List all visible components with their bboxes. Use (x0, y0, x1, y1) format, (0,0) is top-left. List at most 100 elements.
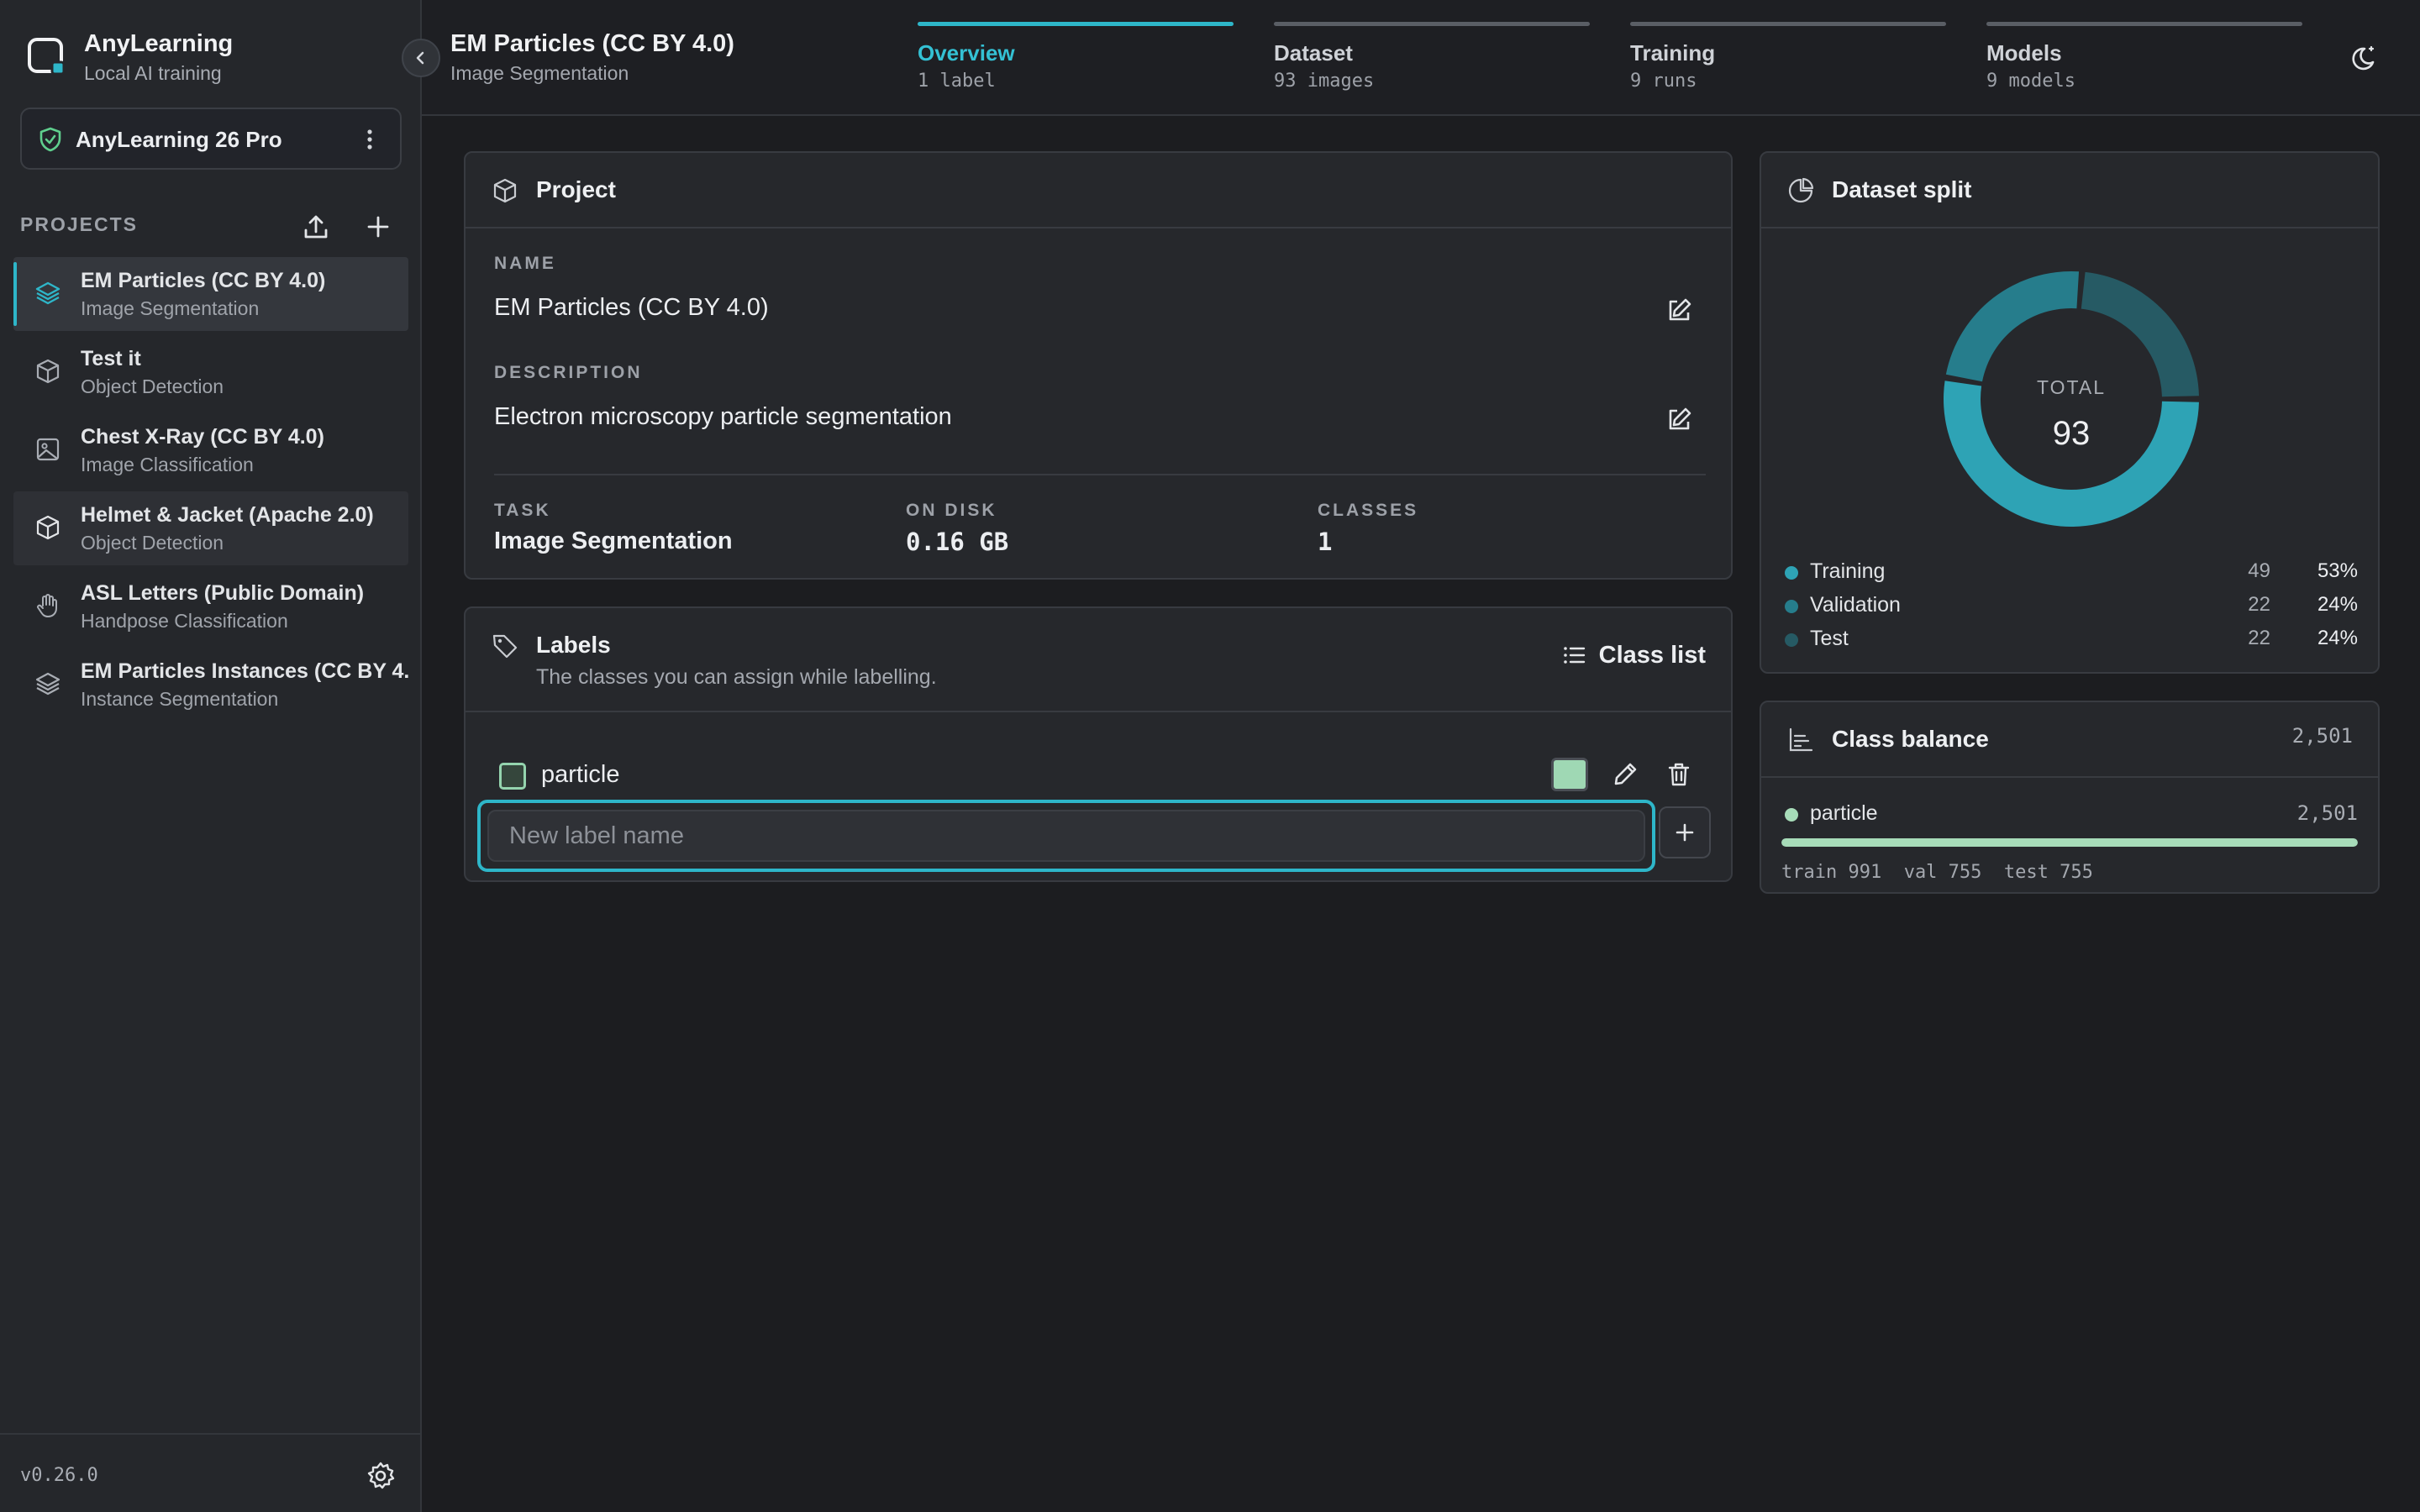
project-card-header: Project (466, 153, 1731, 228)
project-name: ASL Letters (Public Domain) (81, 581, 365, 605)
project-list: EM Particles (CC BY 4.0) Image Segmentat… (13, 257, 408, 726)
legend-name: Training (1810, 559, 1886, 583)
list-icon (1563, 647, 1585, 664)
project-name: Test it (81, 347, 141, 370)
brand-name: AnyLearning (84, 30, 234, 57)
split-donut-chart (1944, 271, 2199, 527)
project-type: Handpose Classification (81, 610, 288, 632)
tab-sublabel: 9 models (1986, 71, 2075, 92)
tab-progress-bar (1630, 22, 1946, 26)
app-logo-icon (28, 38, 66, 76)
legend-row-test: Test 22 24% (1761, 625, 2378, 655)
add-label-button[interactable] (1659, 806, 1711, 858)
chevron-left-icon (416, 51, 424, 65)
tab-sublabel: 1 label (918, 71, 996, 92)
class-balance-bar (1781, 838, 2358, 847)
sidebar-footer: v0.26.0 (0, 1433, 422, 1512)
top-header: EM Particles (CC BY 4.0) Image Segmentat… (422, 0, 2420, 116)
dataset-split-card: Dataset split TOTAL 93 Training 49 53% V… (1760, 151, 2380, 674)
legend-count: 22 (2248, 627, 2270, 649)
description-label: DESCRIPTION (494, 363, 643, 382)
project-type: Instance Segmentation (81, 688, 279, 710)
project-card: Project NAME EM Particles (CC BY 4.0) DE… (464, 151, 1733, 580)
class-balance-total: 2,501 (2291, 724, 2353, 748)
page-subtitle: Image Segmentation (450, 62, 629, 84)
new-label-focus-ring (477, 800, 1655, 872)
project-type: Image Segmentation (81, 297, 260, 319)
legend-name: Validation (1810, 593, 1901, 617)
theme-toggle-icon[interactable] (2346, 42, 2380, 76)
edit-description-icon[interactable] (1664, 405, 1694, 435)
project-type: Object Detection (81, 375, 224, 397)
legend-dot (1785, 600, 1798, 613)
tab-overview[interactable]: Overview 1 label (918, 22, 1235, 97)
cube-icon (493, 178, 517, 203)
more-vertical-icon[interactable] (356, 124, 383, 155)
tab-training[interactable]: Training 9 runs (1630, 22, 1948, 97)
tab-progress-bar (1274, 22, 1590, 26)
upload-icon[interactable] (299, 210, 333, 244)
project-name: Chest X-Ray (CC BY 4.0) (81, 425, 324, 449)
legend-percent: 24% (2317, 627, 2358, 649)
tab-sublabel: 93 images (1274, 71, 1375, 92)
project-item-test-it[interactable]: Test it Object Detection (13, 335, 408, 409)
page-title: EM Particles (CC BY 4.0) (450, 30, 734, 57)
labels-card-header: Labels The classes you can assign while … (466, 608, 1731, 712)
class-balance-header: Class balance 2,501 (1761, 702, 2378, 778)
project-item-chest-xray[interactable]: Chest X-Ray (CC BY 4.0) Image Classifica… (13, 413, 408, 487)
legend-count: 49 (2248, 559, 2270, 582)
classes-label: CLASSES (1318, 501, 1419, 520)
donut-slice-validation (1945, 271, 2080, 382)
class-list-button[interactable]: Class list (1560, 635, 1706, 675)
pie-chart-icon (1788, 177, 1814, 203)
add-project-icon[interactable] (361, 210, 395, 244)
project-name-value: EM Particles (CC BY 4.0) (494, 294, 769, 321)
project-name: Helmet & Jacket (Apache 2.0) (81, 503, 374, 527)
donut-total-label: TOTAL (2037, 376, 2106, 398)
pencil-icon[interactable] (1610, 759, 1640, 790)
cube-icon (36, 515, 60, 540)
projects-header: PROJECTS (20, 210, 402, 244)
project-description-value: Electron microscopy particle segmentatio… (494, 403, 952, 430)
name-label: NAME (494, 254, 556, 273)
label-color-swatch[interactable] (1551, 758, 1588, 791)
legend-percent: 24% (2317, 593, 2358, 616)
legend-dot (1785, 633, 1798, 647)
dataset-split-title: Dataset split (1832, 176, 1972, 202)
labels-card-subtitle: The classes you can assign while labelli… (536, 665, 937, 689)
legend-count: 22 (2248, 593, 2270, 616)
tab-label: Overview (918, 40, 1015, 66)
project-item-asl-letters[interactable]: ASL Letters (Public Domain) Handpose Cla… (13, 570, 408, 643)
tab-progress-bar (1986, 22, 2302, 26)
tab-models[interactable]: Models 9 models (1986, 22, 2304, 97)
tab-dataset[interactable]: Dataset 93 images (1274, 22, 1591, 97)
tab-progress-bar (918, 22, 1234, 26)
class-name: particle (1810, 801, 1878, 825)
plan-card[interactable]: AnyLearning 26 Pro (20, 108, 402, 170)
cube-icon (36, 359, 60, 384)
legend-dot (1785, 566, 1798, 580)
new-label-input[interactable] (487, 810, 1645, 862)
project-card-title: Project (536, 176, 616, 202)
labels-card: Labels The classes you can assign while … (464, 606, 1733, 882)
label-name: particle (541, 761, 620, 788)
gear-icon[interactable] (365, 1460, 397, 1492)
classes-value: 1 (1318, 528, 1333, 556)
trash-icon[interactable] (1664, 759, 1694, 790)
task-label: TASK (494, 501, 551, 520)
plan-label: AnyLearning 26 Pro (76, 127, 282, 152)
collapse-sidebar-button[interactable] (402, 39, 440, 77)
sidebar: AnyLearning Local AI training AnyLearnin… (0, 0, 440, 1512)
project-item-helmet-jacket[interactable]: Helmet & Jacket (Apache 2.0) Object Dete… (13, 491, 408, 565)
label-checkbox[interactable] (499, 763, 526, 790)
task-value: Image Segmentation (494, 528, 733, 554)
image-icon (36, 438, 60, 461)
project-name: EM Particles Instances (CC BY 4.0) (81, 659, 408, 683)
project-item-em-particles[interactable]: EM Particles (CC BY 4.0) Image Segmentat… (13, 257, 408, 331)
plus-icon (1676, 823, 1694, 842)
class-balance-title: Class balance (1832, 726, 1989, 752)
project-item-em-particles-instances[interactable]: EM Particles Instances (CC BY 4.0) Insta… (13, 648, 408, 722)
tag-icon (492, 634, 518, 659)
project-name: EM Particles (CC BY 4.0) (81, 269, 326, 292)
edit-name-icon[interactable] (1664, 296, 1694, 326)
